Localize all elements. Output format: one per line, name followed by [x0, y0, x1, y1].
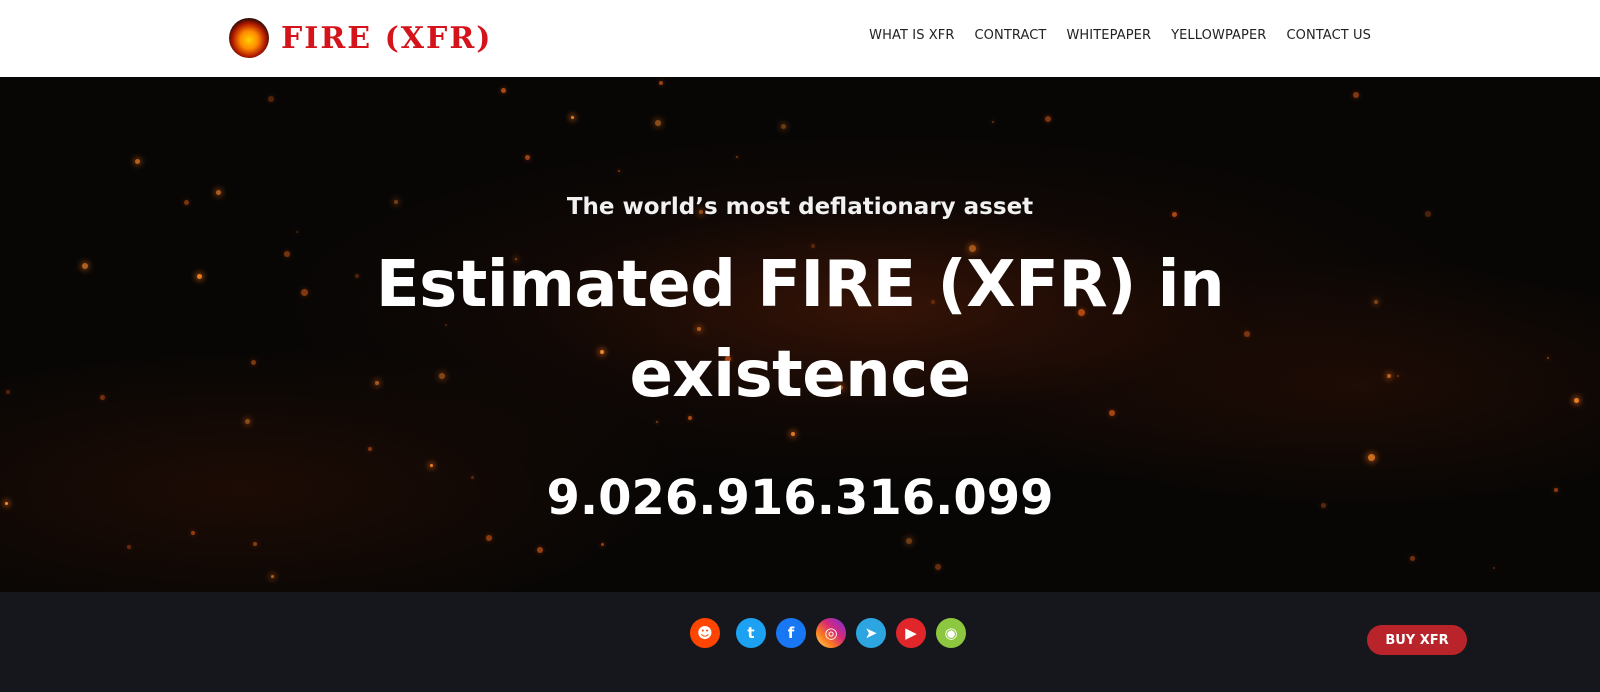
ember-spark [571, 116, 574, 119]
ember-spark [655, 120, 661, 126]
site-footer: ☻ t f ◎ ➤ ▶ ◉ BUY XFR [0, 592, 1600, 692]
hero-headline: Estimated FIRE (XFR) in existence [0, 240, 1600, 420]
youtube-icon[interactable]: ▶ [896, 618, 926, 648]
coingecko-icon[interactable]: ◉ [936, 618, 966, 648]
ember-spark [736, 156, 738, 158]
ember-spark [1493, 567, 1495, 569]
facebook-icon[interactable]: f [776, 618, 806, 648]
ember-spark [1353, 92, 1359, 98]
ember-spark [1410, 556, 1415, 561]
ember-spark [486, 535, 492, 541]
supply-counter: 9.026.916.316.099 [546, 470, 1054, 526]
nav-yellowpaper[interactable]: YELLOWPAPER [1171, 28, 1266, 43]
ember-spark [656, 421, 658, 423]
ember-spark [271, 575, 274, 578]
buy-xfr-button[interactable]: BUY XFR [1367, 625, 1467, 655]
ember-spark [430, 464, 433, 467]
ember-spark [368, 447, 372, 451]
ember-spark [601, 543, 604, 546]
headline-line-2: existence [629, 338, 971, 412]
ember-spark [1045, 116, 1051, 122]
ember-spark [525, 155, 530, 160]
fire-logo-icon [229, 18, 269, 58]
ember-spark [296, 231, 298, 233]
ember-spark [127, 545, 131, 549]
logo[interactable]: FIRE (XFR) [229, 17, 492, 59]
nav-what-is-xfr[interactable]: WHAT IS XFR [869, 28, 954, 43]
hero-section: The world’s most deflationary asset Esti… [0, 77, 1600, 592]
ember-spark [618, 170, 620, 172]
instagram-icon[interactable]: ◎ [816, 618, 846, 648]
hero-tagline: The world’s most deflationary asset [566, 194, 1034, 220]
social-links: ☻ t f ◎ ➤ ▶ ◉ [690, 618, 966, 648]
nav-whitepaper[interactable]: WHITEPAPER [1066, 28, 1151, 43]
telegram-icon[interactable]: ➤ [856, 618, 886, 648]
reddit-icon[interactable]: ☻ [690, 618, 720, 648]
ember-spark [906, 538, 912, 544]
ember-spark [1368, 454, 1375, 461]
ember-spark [791, 432, 795, 436]
ember-spark [268, 96, 274, 102]
ember-spark [253, 542, 257, 546]
ember-spark [935, 564, 941, 570]
nav-contact-us[interactable]: CONTACT US [1286, 28, 1371, 43]
ember-spark [659, 81, 663, 85]
ember-spark [992, 121, 994, 123]
ember-spark [501, 88, 506, 93]
twitter-icon[interactable]: t [736, 618, 766, 648]
headline-line-1: Estimated FIRE (XFR) in [375, 248, 1225, 322]
ember-spark [191, 531, 195, 535]
ember-spark [781, 124, 786, 129]
ember-spark [135, 159, 140, 164]
main-nav: WHAT IS XFR CONTRACT WHITEPAPER YELLOWPA… [869, 28, 1371, 43]
ember-spark [537, 547, 543, 553]
logo-text: FIRE (XFR) [281, 20, 493, 56]
site-header: FIRE (XFR) WHAT IS XFR CONTRACT WHITEPAP… [0, 0, 1600, 77]
nav-contract[interactable]: CONTRACT [975, 28, 1047, 43]
